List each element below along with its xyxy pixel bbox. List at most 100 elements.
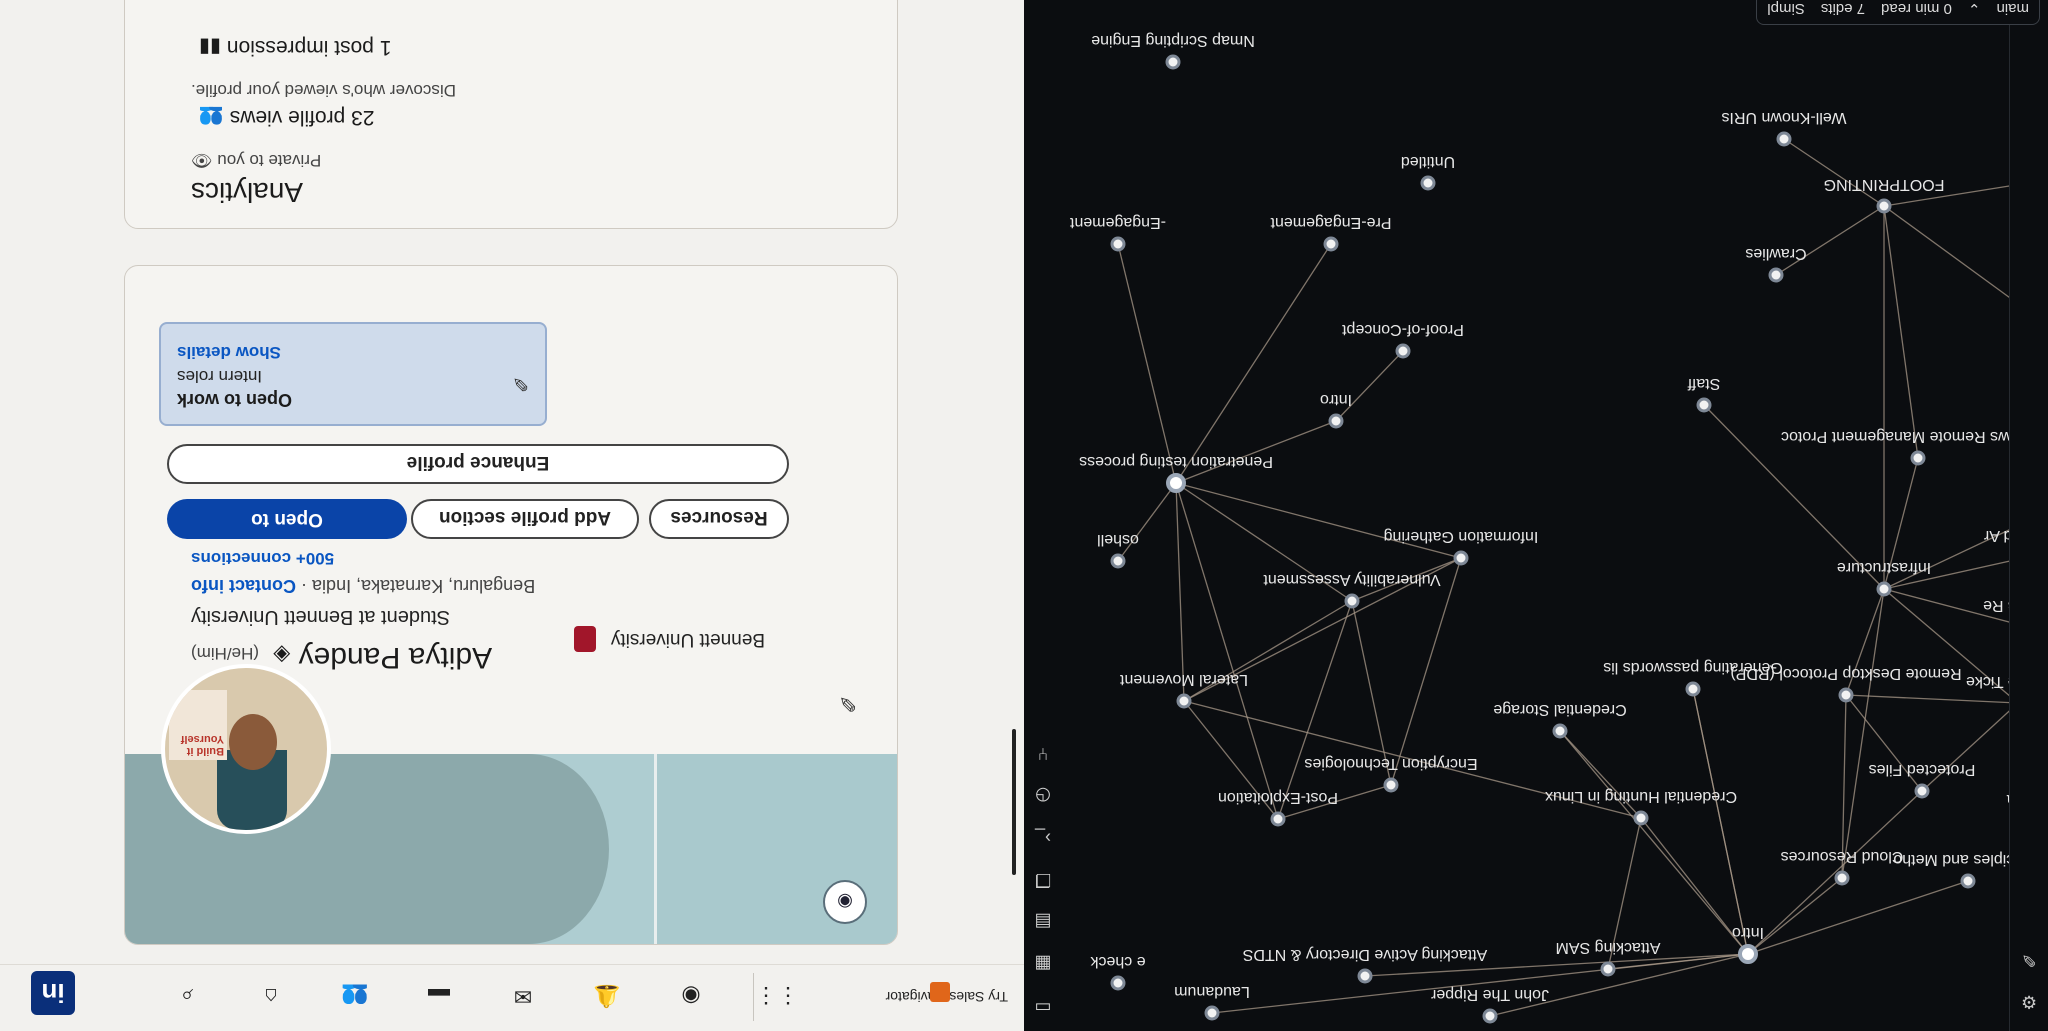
- graph-node-label[interactable]: Infrastructure: [1837, 559, 1931, 576]
- edit-pencil-icon[interactable]: ✎: [512, 371, 529, 396]
- graph-node-label[interactable]: e check: [1089, 953, 1145, 970]
- contact-info-link[interactable]: Contact info: [191, 576, 296, 596]
- profile-views-link[interactable]: 23 profile views 👥: [191, 105, 374, 130]
- graph-view-pane[interactable]: Nmap Scripting Engine Untitled Well-Known …: [1024, 0, 2048, 1031]
- graph-node[interactable]: [1696, 397, 1712, 413]
- jobs-icon[interactable]: ▬: [424, 981, 454, 1011]
- avatar[interactable]: Build it Yourself: [161, 664, 331, 834]
- graph-node-label[interactable]: Credential Hunting in Linux: [1545, 788, 1737, 805]
- graph-node-label[interactable]: Credential Storage: [1493, 701, 1627, 718]
- graph-node-label[interactable]: Crawlies: [1745, 245, 1806, 262]
- graph-node[interactable]: [1110, 236, 1126, 252]
- graph-node-label[interactable]: Well-Known URIs: [1721, 109, 1846, 126]
- messaging-icon[interactable]: ✉: [508, 981, 538, 1011]
- graph-node-label[interactable]: Remote Desktop Protocol (RDP): [1730, 665, 1961, 682]
- post-impressions-link[interactable]: 1 post impression ▮▮: [191, 35, 391, 60]
- graph-node[interactable]: [1395, 343, 1411, 359]
- scrollbar[interactable]: [1012, 729, 1016, 875]
- graph-node[interactable]: [1600, 961, 1616, 977]
- graph-node[interactable]: [1328, 413, 1344, 429]
- add-profile-section-button[interactable]: Add profile section: [411, 499, 639, 539]
- graph-node-label[interactable]: Nmap Scripting Engine: [1091, 32, 1255, 49]
- graph-node[interactable]: [1914, 783, 1930, 799]
- graph-node-label[interactable]: Pre-Engagement: [1270, 214, 1392, 231]
- graph-node[interactable]: [1110, 975, 1126, 991]
- graph-node[interactable]: [1552, 723, 1568, 739]
- graph-node-label[interactable]: Laudanum: [1174, 983, 1250, 1000]
- graph-node-label[interactable]: -Engagement: [1069, 214, 1166, 231]
- open-to-work-card[interactable]: Open to work Intern roles Show details ✎: [159, 322, 547, 426]
- camera-icon[interactable]: ◉: [823, 880, 867, 924]
- graph-node[interactable]: [1420, 175, 1436, 191]
- graph-node-label[interactable]: Encryption Technologies: [1304, 755, 1477, 772]
- graph-node-label[interactable]: Staff: [1687, 375, 1720, 392]
- graph-node[interactable]: [1110, 553, 1126, 569]
- graph-node-label[interactable]: Post-Exploitation: [1218, 789, 1338, 806]
- graph-node-label[interactable]: Proof-of-Concept: [1342, 321, 1464, 338]
- graph-node[interactable]: [1910, 450, 1926, 466]
- calendar-icon[interactable]: ▤: [1030, 909, 1056, 935]
- notifications-icon[interactable]: 🔔: [592, 981, 622, 1011]
- graph-node[interactable]: [1453, 550, 1469, 566]
- graph-node[interactable]: [1685, 681, 1701, 697]
- graph-node-label[interactable]: Protected Files: [1869, 761, 1976, 778]
- me-avatar-icon[interactable]: ◉: [676, 981, 706, 1011]
- graph-node[interactable]: [1834, 870, 1850, 886]
- graph-node[interactable]: [1204, 1005, 1220, 1021]
- copy-icon[interactable]: ❐: [1030, 867, 1056, 893]
- graph-node-label[interactable]: Attacking Active Directory & NTDS: [1243, 946, 1488, 963]
- graph-node[interactable]: [1176, 693, 1192, 709]
- graph-node[interactable]: [1876, 581, 1892, 597]
- open-to-button[interactable]: Open to: [167, 499, 407, 539]
- enhance-profile-button[interactable]: Enhance profile: [167, 444, 789, 484]
- graph-node[interactable]: [1323, 236, 1339, 252]
- settings-icon[interactable]: ⚙: [2018, 991, 2040, 1013]
- graph-node[interactable]: [1838, 687, 1854, 703]
- graph-node[interactable]: [1876, 198, 1892, 214]
- edit-intro-pencil-icon[interactable]: ✎: [839, 690, 857, 716]
- graph-node[interactable]: [1768, 267, 1784, 283]
- graph-node[interactable]: [1482, 1008, 1498, 1024]
- home-icon[interactable]: ⌂: [256, 981, 286, 1011]
- apps-grid-icon[interactable]: ⋮⋮: [755, 981, 799, 1011]
- graph-node-label[interactable]: Intro: [1732, 924, 1764, 941]
- graph-node-label[interactable]: Lateral Movement: [1119, 671, 1248, 688]
- graph-node-label[interactable]: Information Gathering: [1384, 528, 1539, 545]
- graph-node[interactable]: [1344, 593, 1360, 609]
- graph-node[interactable]: [1738, 944, 1758, 964]
- graph-node-label[interactable]: Windows Remote Management Protoc: [1781, 428, 2048, 445]
- magic-wand-icon[interactable]: ✎: [2018, 949, 2040, 971]
- resources-button[interactable]: Resources: [649, 499, 789, 539]
- network-icon[interactable]: 👥: [340, 981, 370, 1011]
- show-details-link[interactable]: Show details: [177, 342, 281, 362]
- branch-icon[interactable]: ⑂: [1030, 741, 1056, 767]
- file-icon[interactable]: ▭: [1030, 995, 1056, 1021]
- graph-node[interactable]: [1357, 968, 1373, 984]
- verified-badge-icon[interactable]: ◈: [273, 642, 290, 668]
- graph-canvas[interactable]: Nmap Scripting Engine Untitled Well-Known …: [1024, 0, 2048, 1031]
- graph-node-label[interactable]: Vulnerability Assessment: [1263, 571, 1441, 588]
- graph-node-label[interactable]: John The Ripper: [1430, 986, 1549, 1003]
- terminal-icon[interactable]: ›_: [1030, 825, 1056, 851]
- graph-node-label[interactable]: Penetration testing process: [1079, 453, 1273, 470]
- connections-count[interactable]: 500+ connections: [191, 548, 334, 568]
- graph-node[interactable]: [1165, 54, 1181, 70]
- graph-node-label[interactable]: Attacking SAM: [1556, 939, 1661, 956]
- graph-node[interactable]: [1633, 810, 1649, 826]
- graph-node[interactable]: [1166, 473, 1186, 493]
- graph-node-label[interactable]: Untitled: [1401, 153, 1455, 170]
- linkedin-logo[interactable]: in: [31, 971, 75, 1015]
- graph-node[interactable]: [1383, 777, 1399, 793]
- grid-icon[interactable]: ▦: [1030, 951, 1056, 977]
- graph-node-label[interactable]: Intro: [1320, 391, 1352, 408]
- graph-node-label[interactable]: oshell: [1097, 531, 1139, 548]
- graph-node-label[interactable]: Cloud Resources: [1781, 848, 1904, 865]
- search-icon[interactable]: ⌕: [172, 981, 202, 1011]
- clock-icon[interactable]: ◷: [1030, 783, 1056, 809]
- graph-node[interactable]: [1776, 131, 1792, 147]
- graph-node[interactable]: [1270, 811, 1286, 827]
- chevron-icon[interactable]: ⌄: [1968, 0, 1981, 18]
- graph-node-label[interactable]: FOOTPRINTING: [1824, 176, 1945, 193]
- graph-node[interactable]: [1960, 873, 1976, 889]
- status-main[interactable]: main: [1996, 1, 2029, 18]
